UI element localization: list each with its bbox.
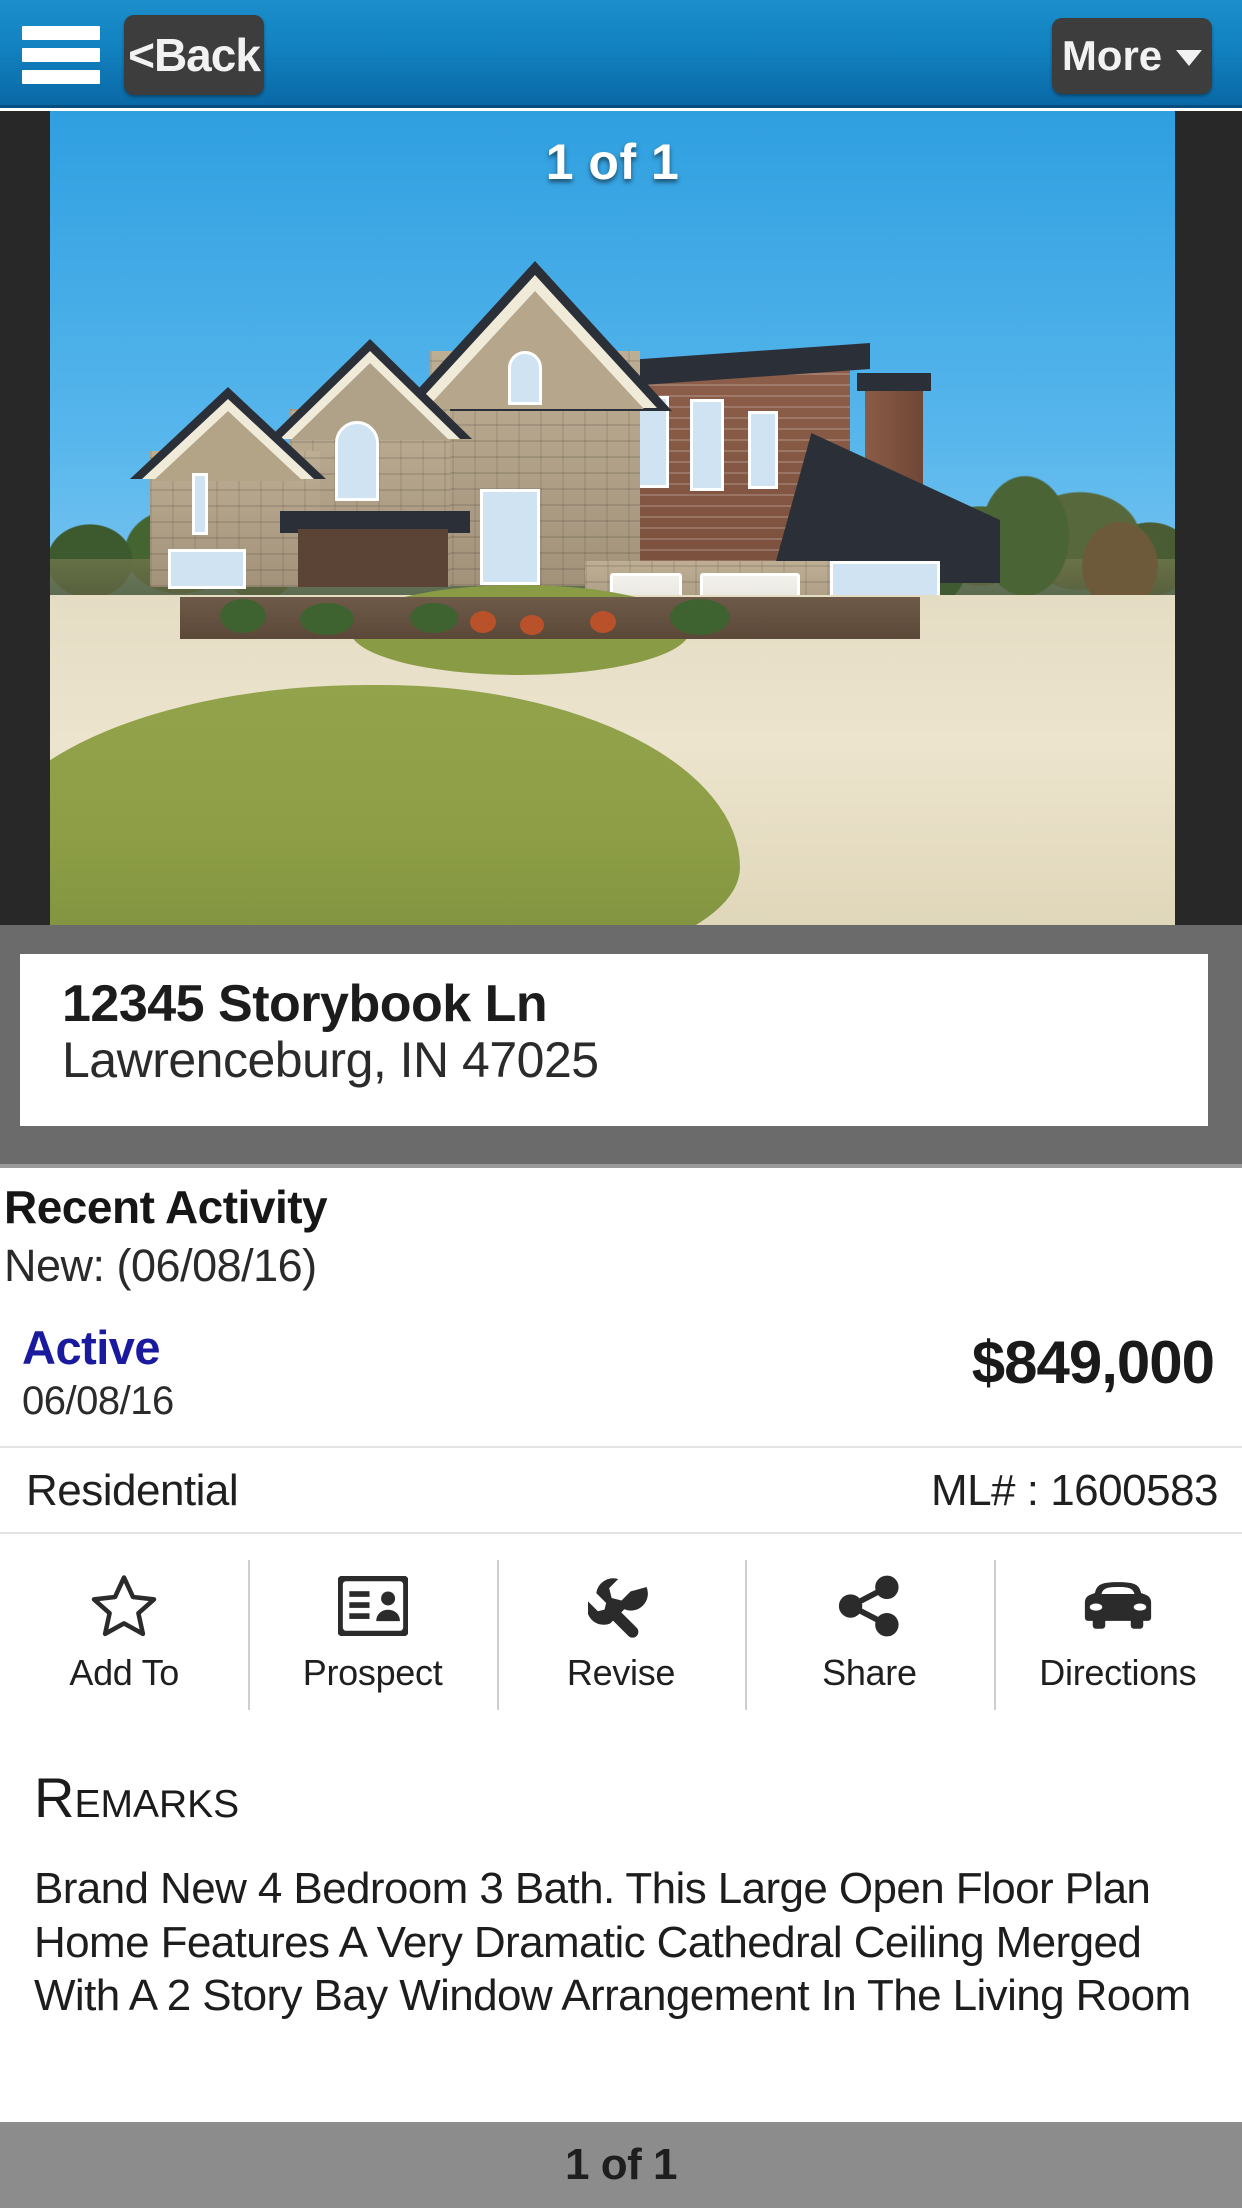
status-price-row: Active 06/08/16 $849,000: [0, 1320, 1242, 1440]
status-badge: Active: [22, 1321, 161, 1374]
revise-button[interactable]: Revise: [496, 1552, 745, 1720]
share-nodes-icon: [836, 1570, 902, 1642]
hamburger-bar: [22, 48, 100, 62]
flower-bed: [180, 597, 920, 639]
wrench-icon: [588, 1570, 654, 1642]
prospect-button[interactable]: Prospect: [248, 1552, 496, 1720]
listing-photo[interactable]: 1 of 1: [50, 111, 1175, 925]
shrub: [410, 603, 458, 633]
shrub: [220, 599, 266, 633]
star-outline-icon: [86, 1570, 162, 1642]
prospect-label: Prospect: [302, 1652, 443, 1693]
recent-activity-subtitle: New: (06/08/16): [4, 1240, 317, 1291]
photo-counter-overlay: 1 of 1: [545, 134, 680, 190]
address-city-state-zip: Lawrenceburg, IN 47025: [62, 1032, 599, 1089]
remarks-heading: Remarks: [34, 1766, 240, 1829]
flower: [470, 611, 496, 633]
shrub: [300, 603, 354, 635]
footer-bar: 1 of 1: [0, 2122, 1242, 2208]
more-button-label: More: [1061, 32, 1163, 79]
shrub: [670, 599, 730, 635]
address-band: 12345 Storybook Ln Lawrenceburg, IN 4702…: [0, 925, 1242, 1168]
footer-counter: 1 of 1: [565, 2140, 677, 2189]
action-toolbar: Add To Prospect Revise Share Directions: [0, 1552, 1242, 1720]
property-type: Residential: [26, 1466, 239, 1515]
more-button[interactable]: More: [1052, 18, 1212, 94]
directions-button[interactable]: Directions: [993, 1552, 1242, 1720]
share-label: Share: [822, 1652, 917, 1693]
status-group: Active 06/08/16: [22, 1320, 174, 1424]
directions-label: Directions: [1039, 1652, 1197, 1693]
remarks-body: Brand New 4 Bedroom 3 Bath. This Large O…: [34, 1864, 1191, 2021]
flower: [520, 615, 544, 635]
remarks-section: Remarks Brand New 4 Bedroom 3 Bath. This…: [0, 1770, 1242, 2023]
status-date: 06/08/16: [22, 1379, 174, 1423]
listing-price: $849,000: [971, 1329, 1215, 1396]
add-to-button[interactable]: Add To: [0, 1552, 248, 1720]
address-street: 12345 Storybook Ln: [62, 975, 548, 1033]
ml-number: ML# : 1600583: [930, 1466, 1219, 1515]
app-header: <Back More: [0, 0, 1242, 108]
share-button[interactable]: Share: [745, 1552, 993, 1720]
revise-label: Revise: [566, 1652, 676, 1693]
contact-card-icon: [337, 1570, 408, 1642]
listing-photo-area[interactable]: 1 of 1: [0, 111, 1242, 925]
hamburger-menu-icon[interactable]: [22, 26, 100, 84]
house-illustration: [130, 261, 1010, 631]
chevron-down-icon: [1176, 50, 1203, 66]
front-lawn: [50, 685, 740, 925]
back-button-label: <Back: [128, 29, 261, 81]
car-front-icon: [1080, 1570, 1156, 1642]
flower: [590, 611, 616, 633]
hamburger-bar: [22, 70, 100, 84]
add-to-label: Add To: [69, 1652, 180, 1693]
recent-activity-heading: Recent Activity: [4, 1181, 328, 1233]
address-card[interactable]: 12345 Storybook Ln Lawrenceburg, IN 4702…: [20, 954, 1208, 1126]
property-type-row[interactable]: Residential ML# : 1600583: [0, 1446, 1242, 1534]
hamburger-bar: [22, 26, 100, 40]
driveway: [50, 585, 1175, 925]
recent-activity-section: Recent Activity New: (06/08/16): [0, 1172, 1242, 1292]
back-button[interactable]: <Back: [124, 15, 264, 95]
